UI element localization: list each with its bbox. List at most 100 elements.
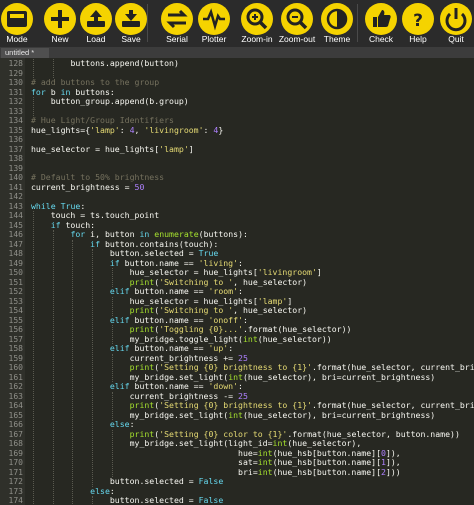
line-number: 173 [8, 486, 23, 496]
indent-guide [52, 230, 54, 505]
code-token: False [198, 476, 224, 486]
indent-guide [111, 353, 113, 382]
code-token: 'livingroom' [144, 124, 204, 135]
line-number: 158 [8, 344, 23, 353]
code-token: : [238, 381, 243, 391]
line-number-gutter: 128 129 130 131 132 133 134 135 136 137 138 139 140 1… [0, 58, 25, 505]
code-token: : [109, 485, 115, 496]
code-token: 'up' [208, 343, 229, 353]
code-token: if [90, 238, 101, 249]
code-token: elif [109, 286, 130, 296]
code-token: True [198, 248, 219, 258]
code-token: my_bridge.toggle_light( [129, 333, 243, 344]
code-token: # Hue Light/Group Identifiers [31, 115, 174, 125]
plotter-icon [203, 8, 225, 31]
code-line: current_brightness = 50 [31, 181, 144, 193]
code-token: 'lamp' [90, 124, 120, 135]
line-number: 139 [8, 163, 23, 173]
indent-guide [33, 59, 34, 78]
code-token: button.name == [119, 257, 199, 268]
code-token: button.name == [129, 286, 209, 296]
line-number: 150 [8, 268, 23, 277]
indent-guide [72, 239, 74, 505]
line-number: 136 [8, 135, 23, 144]
code-token: hue_selector = hue_lights[ [129, 267, 258, 277]
code-token: print [129, 362, 155, 372]
code-token: (buttons): [198, 229, 248, 239]
code-token: hue= [129, 447, 258, 458]
code-token: touch: [60, 219, 96, 230]
toolbar-separator [147, 4, 148, 42]
code-token: : [228, 343, 234, 353]
code-token: else [109, 419, 130, 429]
code-token: print [129, 324, 155, 334]
code-token: buttons.append(button) [70, 58, 179, 68]
code-token: sat= [129, 457, 258, 467]
line-number: 141 [8, 182, 23, 192]
line-number: 137 [8, 144, 23, 154]
toolbar-separator [357, 4, 358, 42]
line-number: 142 [8, 192, 23, 201]
code-editor[interactable]: 128 129 130 131 132 133 134 135 136 137 138 139 140 1… [0, 58, 474, 505]
code-token: button.name == [129, 381, 209, 391]
line-number: 171 [8, 467, 23, 477]
code-token: current_brightness += [129, 352, 239, 363]
code-token: hue_lights={ [31, 124, 91, 135]
code-token: hue_selector = hue_lights[ [129, 295, 258, 306]
line-number: 128 [8, 59, 23, 68]
code-token: ]), [385, 457, 401, 467]
serial-icon [166, 9, 188, 29]
code-token: , hue_selector) [233, 305, 308, 315]
code-token: current_brightness = [31, 181, 135, 192]
code-token: (hue_selector), bri=current_brightness) [242, 371, 436, 382]
line-number: 149 [8, 258, 23, 268]
code-token: 25 [238, 390, 248, 401]
code-token: button.selected = [109, 248, 199, 258]
code-token: 'lamp' [159, 143, 189, 154]
code-token: (hue_hsb[button.name][ [272, 466, 382, 477]
code-token: 'Setting {0} brightness to {1}' [159, 362, 312, 372]
code-token: elif [109, 343, 130, 353]
code-token: while [31, 200, 56, 211]
code-token: (hue_selector), bri=current_brightness) [242, 409, 436, 420]
line-number: 161 [8, 372, 23, 382]
code-token: False [198, 495, 224, 505]
code-token: } [218, 124, 224, 135]
code-token: 'Toggling {0}...' [159, 324, 243, 334]
line-number: 154 [8, 306, 23, 315]
line-number: 151 [8, 277, 23, 287]
line-number: 168 [8, 439, 23, 448]
code-token: 25 [238, 352, 248, 363]
code-token: int [228, 409, 243, 420]
code-token: ] [188, 143, 194, 154]
line-number: 160 [8, 363, 23, 372]
code-token: print [129, 305, 155, 315]
code-token: hue_selector = hue_lights[ [31, 143, 160, 154]
code-token: print [129, 276, 155, 287]
code-token: : [80, 200, 86, 211]
line-number: 159 [8, 353, 23, 363]
code-token: my_bridge.set_light(light_id= [129, 438, 273, 448]
code-line: hue_selector = hue_lights['lamp'] [31, 143, 194, 155]
indent-guide [33, 97, 34, 116]
tab-untitled[interactable]: untitled * [1, 48, 49, 58]
line-number: 129 [8, 68, 23, 78]
indent-guide [111, 429, 113, 477]
code-token: 'Switching to ' [159, 305, 234, 315]
code-token: , [134, 124, 145, 135]
indent-guide [111, 391, 113, 420]
code-token: : [238, 257, 243, 268]
line-number: 162 [8, 382, 23, 391]
code-token: if [109, 257, 120, 268]
help-icon: ? [413, 11, 423, 31]
code-token: button.selected = [109, 476, 199, 486]
code-token: button.selected = [109, 495, 199, 505]
code-token: button.contains(touch): [100, 238, 219, 249]
code-line: button.selected = False [109, 476, 224, 487]
quit-button[interactable]: Quit [435, 0, 474, 47]
line-number: 165 [8, 410, 23, 420]
line-number: 169 [8, 448, 23, 458]
code-token: 'living' [198, 257, 239, 268]
indent-guide [111, 296, 113, 316]
code-token: # Default to 50% brightness [31, 172, 165, 182]
